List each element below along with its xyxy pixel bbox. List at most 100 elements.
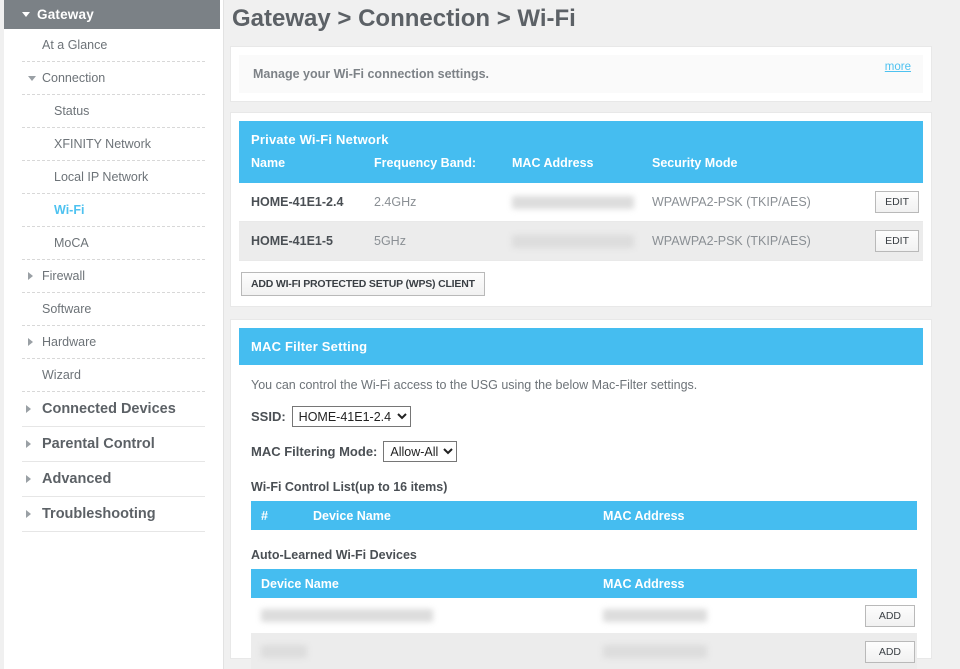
sidebar-item-software-label: Software	[42, 302, 92, 316]
private-wifi-header: Private Wi-Fi Network Name Frequency Ban…	[239, 121, 923, 183]
auto-learned-device-name	[251, 607, 603, 625]
caret-down-icon	[22, 12, 30, 17]
sidebar-item-advanced[interactable]: Advanced	[22, 462, 205, 497]
row-action-cell: ADD	[839, 604, 917, 627]
sidebar-item-parental-control[interactable]: Parental Control	[22, 427, 205, 462]
edit-button[interactable]: EDIT	[875, 230, 919, 252]
column-header-device-name: Device Name	[261, 576, 339, 591]
private-wifi-panel: Private Wi-Fi Network Name Frequency Ban…	[230, 112, 932, 307]
mac-filtering-mode-row: MAC Filtering Mode: Allow-All Allow Deny	[243, 441, 919, 462]
wifi-control-list-header: # Device Name MAC Address	[251, 501, 917, 530]
wifi-control-list-title: Wi-Fi Control List(up to 16 items)	[251, 480, 448, 494]
mac-filter-title: MAC Filter Setting	[251, 339, 368, 354]
main-content: Gateway > Connection > Wi-Fi Manage your…	[226, 0, 960, 669]
wifi-security-mode: WPAWPA2-PSK (TKIP/AES)	[652, 234, 811, 248]
sidebar-item-xfinity-network-label: XFINITY Network	[54, 137, 152, 151]
column-header-mac-address: MAC Address	[603, 508, 685, 523]
description-inner: Manage your Wi-Fi connection settings. m…	[239, 55, 923, 93]
mac-filter-body: You can control the Wi-Fi access to the …	[239, 365, 923, 669]
private-wifi-column-headers: Name Frequency Band: MAC Address Securit…	[239, 156, 923, 183]
auto-learned-mac-address	[603, 643, 839, 661]
mac-filter-panel: MAC Filter Setting You can control the W…	[230, 319, 932, 669]
description-panel: Manage your Wi-Fi connection settings. m…	[230, 46, 932, 102]
wifi-mac-address	[512, 195, 652, 210]
caret-right-icon	[26, 440, 31, 448]
sidebar-item-at-a-glance-label: At a Glance	[42, 38, 108, 52]
add-wps-client-button[interactable]: ADD WI-FI PROTECTED SETUP (WPS) CLIENT	[241, 272, 485, 296]
sidebar-item-parental-control-label: Parental Control	[42, 436, 155, 452]
ssid-label: SSID:	[251, 409, 286, 424]
column-header-mac: MAC Address	[512, 156, 594, 170]
sidebar-item-at-a-glance[interactable]: At a Glance	[22, 29, 205, 62]
sidebar-item-connected-devices-label: Connected Devices	[42, 401, 176, 417]
auto-learned-devices-title: Auto-Learned Wi-Fi Devices	[251, 548, 417, 562]
column-header-device-name: Device Name	[313, 508, 391, 523]
row-action-cell: ADD	[839, 640, 917, 663]
auto-learned-mac-address	[603, 607, 839, 625]
mac-filtering-mode-label: MAC Filtering Mode:	[251, 444, 378, 459]
table-row: HOME-41E1-2.4 2.4GHz WPAWPA2-PSK (TKIP/A…	[239, 183, 923, 222]
column-header-index: #	[261, 508, 268, 523]
sidebar-item-firewall-label: Firewall	[42, 269, 86, 283]
caret-right-icon	[26, 475, 31, 483]
mac-filtering-mode-select[interactable]: Allow-All Allow Deny	[383, 441, 458, 462]
ssid-field-row: SSID: HOME-41E1-2.4 HOME-41E1-5	[243, 406, 919, 427]
browser-page: Gateway At a Glance Connection Status XF…	[0, 0, 960, 669]
sidebar-item-gateway[interactable]: Gateway	[4, 0, 220, 29]
caret-down-icon	[28, 75, 36, 81]
sidebar-item-xfinity-network[interactable]: XFINITY Network	[22, 128, 205, 161]
column-header-security: Security Mode	[652, 156, 738, 170]
wifi-network-name: HOME-41E1-2.4	[251, 195, 344, 209]
sidebar-item-connection[interactable]: Connection	[22, 62, 205, 95]
sidebar-item-local-ip-network-label: Local IP Network	[54, 170, 149, 184]
sidebar-item-hardware-label: Hardware	[42, 335, 97, 349]
sidebar-item-firewall[interactable]: Firewall	[22, 260, 205, 293]
sidebar-item-gateway-label: Gateway	[37, 7, 94, 22]
redacted-mac-value	[512, 235, 634, 249]
sidebar-item-connected-devices[interactable]: Connected Devices	[22, 392, 205, 427]
add-device-button[interactable]: ADD	[864, 640, 915, 663]
mac-filter-header: MAC Filter Setting	[239, 328, 923, 365]
sidebar-item-connection-label: Connection	[42, 71, 106, 85]
sidebar-item-status-label: Status	[54, 104, 90, 118]
sidebar-item-hardware[interactable]: Hardware	[22, 326, 205, 359]
wifi-mac-address	[512, 234, 652, 249]
sidebar-item-wifi-label: Wi-Fi	[54, 203, 85, 217]
redacted-mac-value	[512, 196, 634, 210]
sidebar-navigation: Gateway At a Glance Connection Status XF…	[4, 0, 224, 669]
mac-filter-description: You can control the Wi-Fi access to the …	[251, 378, 698, 392]
list-item: ADD	[251, 598, 917, 634]
wifi-frequency-band: 2.4GHz	[374, 195, 417, 209]
edit-button[interactable]: EDIT	[875, 191, 919, 213]
add-device-button[interactable]: ADD	[864, 604, 915, 627]
auto-learned-list-header: Device Name MAC Address	[251, 569, 917, 598]
wifi-security-mode: WPAWPA2-PSK (TKIP/AES)	[652, 195, 811, 209]
wifi-frequency-band: 5GHz	[374, 234, 406, 248]
caret-right-icon	[28, 272, 33, 280]
sidebar-item-wizard-label: Wizard	[42, 368, 81, 382]
redacted-mac-value	[603, 608, 707, 622]
breadcrumb-page-title: Gateway > Connection > Wi-Fi	[232, 5, 576, 32]
row-action-cell: EDIT	[863, 191, 923, 213]
sidebar-item-local-ip-network[interactable]: Local IP Network	[22, 161, 205, 194]
sidebar-item-troubleshooting[interactable]: Troubleshooting	[22, 497, 205, 532]
wifi-network-name: HOME-41E1-5	[251, 234, 333, 248]
column-header-name: Name	[251, 156, 286, 170]
sidebar-item-moca-label: MoCA	[54, 236, 89, 250]
more-link[interactable]: more	[885, 61, 911, 73]
sidebar-item-wifi[interactable]: Wi-Fi	[22, 194, 205, 227]
sidebar-item-wizard[interactable]: Wizard	[22, 359, 205, 392]
redacted-device-name	[261, 644, 307, 658]
sidebar-item-troubleshooting-label: Troubleshooting	[42, 506, 156, 522]
sidebar-item-status[interactable]: Status	[22, 95, 205, 128]
private-wifi-title: Private Wi-Fi Network	[251, 132, 389, 147]
description-text: Manage your Wi-Fi connection settings.	[253, 67, 490, 81]
redacted-mac-value	[603, 644, 707, 658]
sidebar-item-moca[interactable]: MoCA	[22, 227, 205, 260]
ssid-select[interactable]: HOME-41E1-2.4 HOME-41E1-5	[291, 406, 411, 427]
auto-learned-device-name	[251, 643, 603, 661]
sidebar-item-software[interactable]: Software	[22, 293, 205, 326]
caret-right-icon	[28, 338, 33, 346]
row-action-cell: EDIT	[863, 230, 923, 252]
column-header-frequency: Frequency Band:	[374, 156, 477, 170]
